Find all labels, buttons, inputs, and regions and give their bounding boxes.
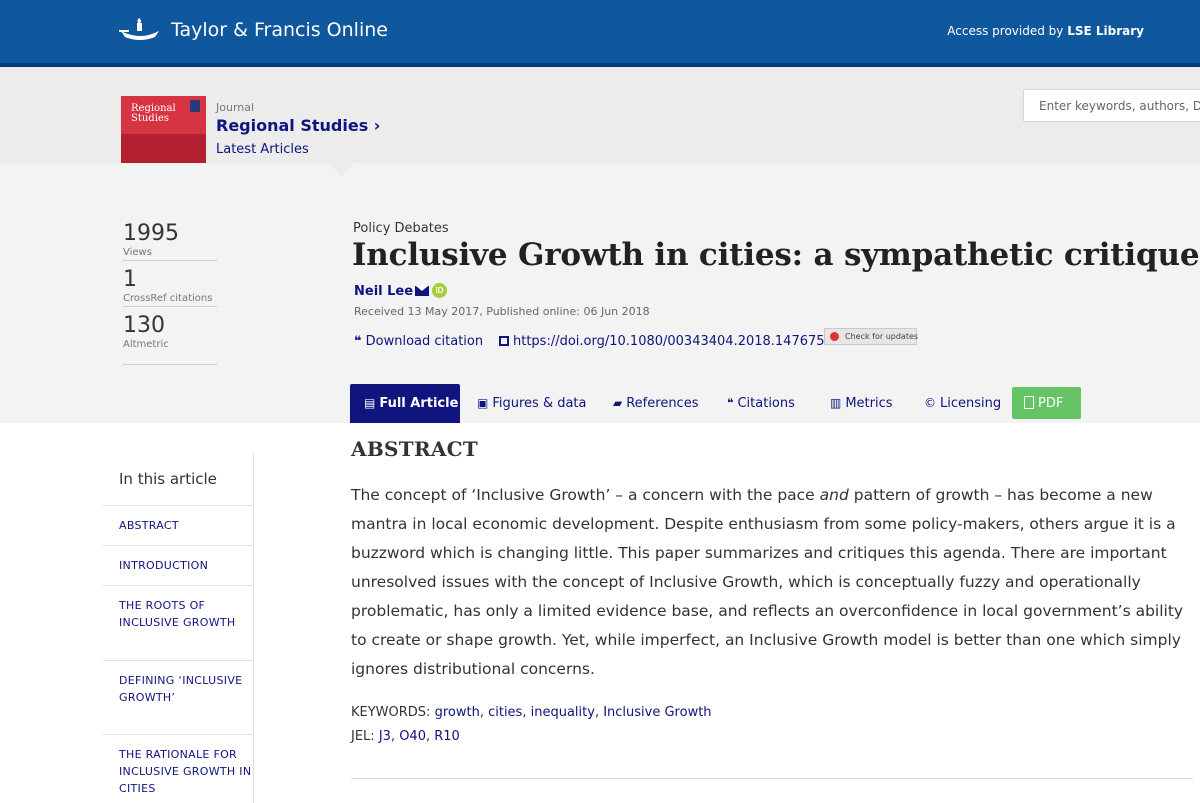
views-stat: 1995 Views (123, 222, 217, 261)
image-icon: ▣ (477, 396, 489, 410)
doi-link[interactable]: https://doi.org/10.1080/00343404.2018.14… (499, 334, 833, 349)
logo-text: Taylor & Francis Online (171, 19, 388, 41)
views-label: Views (123, 247, 152, 258)
toc-item-defining[interactable]: DEFINING ‘INCLUSIVE GROWTH’ (103, 660, 253, 734)
journal-name-link[interactable]: Regional Studies › (216, 116, 380, 135)
keyword-link[interactable]: growth (435, 705, 480, 720)
article-title: Inclusive Growth in cities: a sympatheti… (352, 237, 1200, 273)
toc-item-rationale[interactable]: THE RATIONALE FOR INCLUSIVE GROWTH IN CI… (103, 734, 253, 803)
abstract-text: The concept of ‘Inclusive Growth’ – a co… (351, 486, 1184, 678)
orcid-icon[interactable]: iD (432, 283, 447, 298)
quote-icon: ❝ (354, 334, 362, 349)
book-icon: ▰ (613, 396, 623, 410)
access-library[interactable]: LSE Library (1067, 24, 1144, 38)
document-icon: ▤ (364, 396, 376, 410)
toc-item-abstract[interactable]: ABSTRACT (103, 505, 253, 545)
journal-cover[interactable]: Regional Studies (121, 96, 206, 163)
crossmark-icon (830, 332, 839, 341)
author-link[interactable]: Neil Lee (354, 284, 413, 299)
tab-full-article[interactable]: ▤ Full Article (350, 384, 460, 423)
crossref-stat[interactable]: 1 CrossRef citations (123, 268, 217, 307)
toc-item-roots[interactable]: THE ROOTS OF INCLUSIVE GROWTH (103, 585, 253, 660)
access-notice: Access provided by LSE Library (947, 24, 1144, 38)
views-count: 1995 (123, 221, 179, 246)
tab-pdf[interactable]: PDF (1012, 387, 1081, 419)
check-for-updates-button[interactable]: Check for updates (824, 328, 918, 345)
bar-chart-icon: ▥ (830, 396, 842, 410)
tab-figures-data[interactable]: ▣ Figures & data (477, 384, 587, 423)
abstract-heading: ABSTRACT (351, 437, 479, 461)
tab-references[interactable]: ▰ References (613, 384, 698, 423)
site-logo[interactable]: Taylor & Francis Online (117, 17, 388, 43)
keyword-link[interactable]: Inclusive Growth (603, 705, 711, 720)
banner-notch (329, 162, 355, 177)
altmetric-stat[interactable]: 130 Altmetric (123, 314, 217, 365)
jel-link[interactable]: J3 (379, 729, 391, 744)
section-divider (351, 778, 1193, 779)
keywords: KEYWORDS: growth, cities, inequality, In… (351, 705, 712, 720)
altmetric-label: Altmetric (123, 339, 169, 350)
tab-licensing[interactable]: © Licensing (924, 384, 1001, 423)
altmetric-count: 130 (123, 313, 165, 338)
toc-item-introduction[interactable]: INTRODUCTION (103, 545, 253, 585)
external-link-icon (499, 336, 509, 346)
cover-band (121, 134, 206, 163)
article-section: Policy Debates (353, 221, 449, 236)
jel-link[interactable]: R10 (434, 729, 460, 744)
cover-title: Regional Studies (131, 103, 176, 124)
cover-logo (190, 100, 200, 112)
email-icon[interactable] (415, 286, 429, 296)
quote-icon: ❝ (727, 396, 734, 410)
search-input[interactable]: Enter keywords, authors, DOI, ORCID, etc (1023, 89, 1200, 122)
publication-dates: Received 13 May 2017, Published online: … (354, 305, 650, 318)
chevron-right-icon: › (373, 116, 381, 135)
lamp-logo-icon (119, 18, 159, 40)
pdf-icon (1024, 396, 1034, 409)
tab-citations[interactable]: ❝ Citations (727, 384, 795, 423)
crossref-count: 1 (123, 267, 137, 292)
toc-border (253, 453, 254, 803)
download-citation-link[interactable]: ❝ Download citation (354, 334, 483, 349)
toc-heading: In this article (119, 470, 217, 488)
jel-codes: JEL: J3, O40, R10 (351, 729, 460, 744)
journal-label: Journal (216, 101, 255, 114)
crossref-label: CrossRef citations (123, 293, 213, 304)
copyright-icon: © (924, 396, 936, 410)
tab-metrics[interactable]: ▥ Metrics (830, 384, 893, 423)
keyword-link[interactable]: cities (488, 705, 522, 720)
latest-articles-link[interactable]: Latest Articles (216, 142, 309, 157)
keyword-link[interactable]: inequality (531, 705, 595, 720)
jel-link[interactable]: O40 (399, 729, 426, 744)
